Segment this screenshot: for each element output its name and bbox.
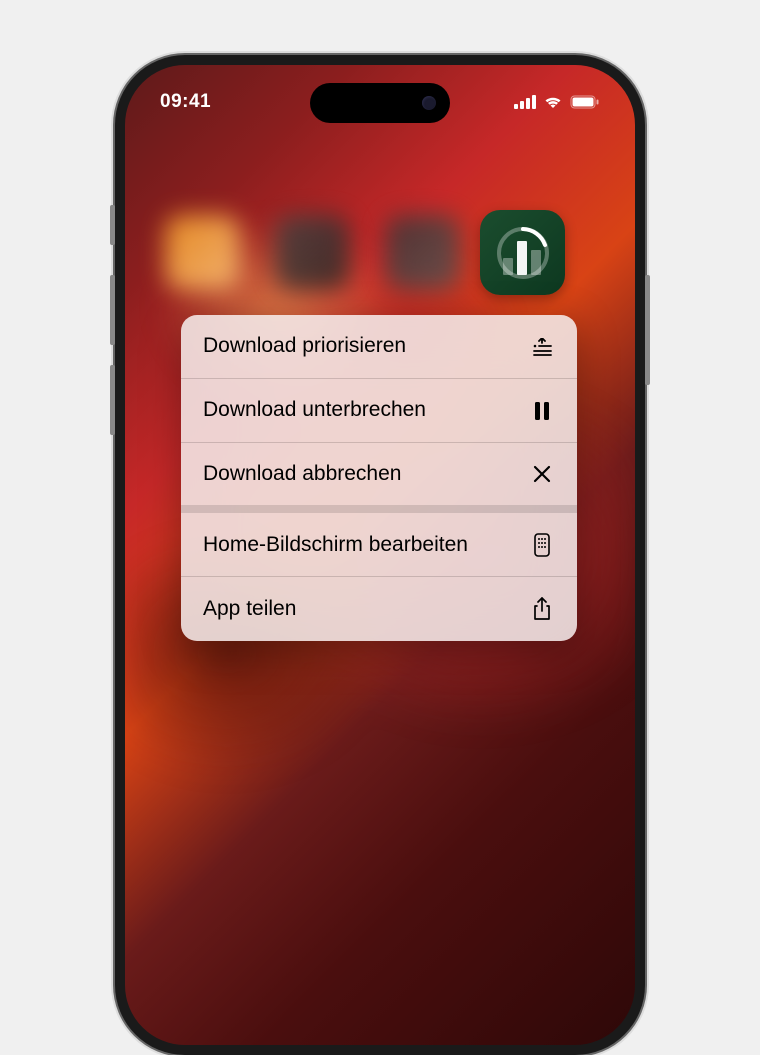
- pause-icon: [529, 402, 555, 420]
- close-icon: [529, 465, 555, 483]
- menu-item-pause-download[interactable]: Download unterbrechen: [181, 379, 577, 443]
- cellular-icon: [514, 95, 536, 109]
- blurred-app-icon: [275, 215, 350, 290]
- volume-up-button: [110, 275, 115, 345]
- blurred-app-icon: [165, 215, 240, 290]
- battery-icon: [570, 95, 600, 109]
- menu-item-label: Home-Bildschirm bearbeiten: [203, 532, 529, 558]
- share-icon: [529, 597, 555, 621]
- context-menu: Download priorisieren Download unterbrec…: [181, 315, 577, 641]
- side-button: [110, 205, 115, 245]
- phone-frame: 09:41: [115, 55, 645, 1055]
- status-time: 09:41: [160, 91, 211, 113]
- menu-item-label: Download abbrechen: [203, 461, 529, 487]
- phone-screen: 09:41: [125, 65, 635, 1045]
- menu-item-edit-home-screen[interactable]: Home-Bildschirm bearbeiten: [181, 513, 577, 577]
- menu-item-label: App teilen: [203, 596, 529, 622]
- phone-apps-icon: [529, 533, 555, 557]
- volume-down-button: [110, 365, 115, 435]
- blurred-app-icon: [385, 215, 460, 290]
- downloading-app-icon[interactable]: [480, 210, 565, 295]
- menu-item-label: Download unterbrechen: [203, 397, 529, 423]
- menu-item-cancel-download[interactable]: Download abbrechen: [181, 443, 577, 513]
- power-button: [645, 275, 650, 385]
- menu-item-label: Download priorisieren: [203, 333, 529, 359]
- status-icons: [514, 95, 600, 109]
- wifi-icon: [543, 95, 563, 109]
- menu-item-prioritize-download[interactable]: Download priorisieren: [181, 315, 577, 379]
- priority-icon: [529, 338, 555, 356]
- dynamic-island: [310, 83, 450, 123]
- numbers-app-icon: [493, 223, 553, 283]
- menu-item-share-app[interactable]: App teilen: [181, 577, 577, 641]
